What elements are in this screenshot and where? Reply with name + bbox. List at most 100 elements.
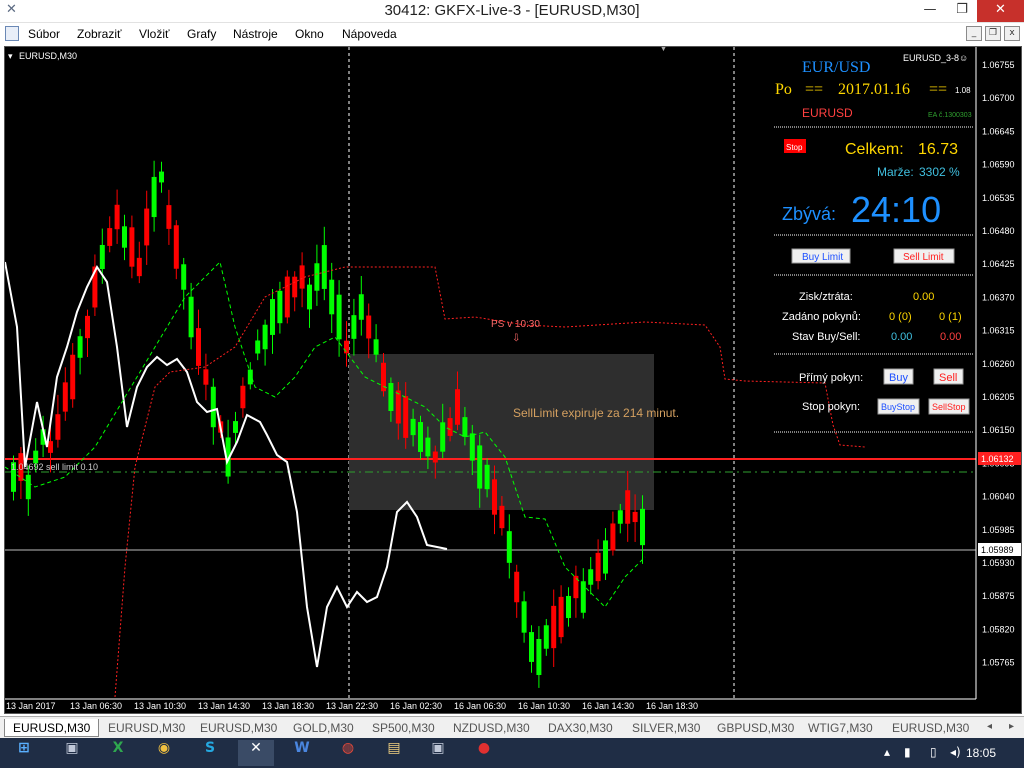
- candle-body: [151, 176, 157, 218]
- scroll-marker-icon: ▼: [660, 47, 667, 53]
- candle-body: [129, 227, 135, 267]
- tab-chart-2[interactable]: EURUSD,M30: [108, 719, 185, 737]
- candle-body: [529, 632, 534, 662]
- candle-body: [25, 474, 31, 500]
- taskbar-app-icon-10[interactable]: ●: [466, 740, 502, 766]
- price-tick-label: 1.06590: [982, 160, 1015, 170]
- candle-body: [159, 171, 164, 183]
- stop-button[interactable]: Stop: [786, 143, 803, 152]
- candle-body: [233, 421, 238, 433]
- price-tick-label: 1.05930: [982, 558, 1015, 568]
- chart-window[interactable]: 1.06755 1.06700 1.06645 1.06590 1.06535 1.064…: [4, 46, 1022, 714]
- price-tick-label: 1.06755: [982, 60, 1015, 70]
- taskbar-clock[interactable]: 18:05: [966, 746, 996, 760]
- network-icon[interactable]: ▮: [904, 745, 911, 759]
- time-tick-label: 16 Jan 10:30: [518, 701, 570, 711]
- candle-body: [85, 315, 90, 339]
- total-value: 16.73: [918, 141, 958, 158]
- start-windows-icon[interactable]: ⊞: [6, 740, 42, 766]
- tab-chart-8[interactable]: SILVER,M30: [632, 719, 700, 737]
- document-icon[interactable]: [5, 26, 19, 41]
- menu-help[interactable]: Nápoveda: [342, 27, 397, 41]
- sell-limit-button[interactable]: Sell Limit: [903, 252, 944, 263]
- mdi-restore-icon[interactable]: ❐: [985, 26, 1001, 41]
- tab-chart-3[interactable]: EURUSD,M30: [200, 719, 277, 737]
- menu-window[interactable]: Okno: [295, 27, 324, 41]
- candle-body: [344, 340, 349, 354]
- price-tick-label: 1.06315: [982, 326, 1015, 336]
- sell-limit-text: 1.04692 sell limit 0.10: [11, 462, 98, 472]
- candle-body: [610, 523, 616, 551]
- buy-limit-button[interactable]: Buy Limit: [802, 252, 843, 263]
- sell-button[interactable]: Sell: [939, 372, 957, 384]
- battery-icon[interactable]: ▯: [930, 745, 937, 759]
- tab-chart-4[interactable]: GOLD,M30: [293, 719, 354, 737]
- candle-body: [70, 354, 76, 400]
- buy-button[interactable]: Buy: [889, 372, 908, 384]
- candle-body: [107, 228, 113, 246]
- state-sell: 0.00: [940, 331, 961, 343]
- candle-body: [351, 315, 357, 339]
- candle-body: [551, 605, 557, 649]
- price-tick-label: 1.05875: [982, 591, 1015, 601]
- tab-chart-1[interactable]: EURUSD,M30: [4, 719, 100, 737]
- restore-icon[interactable]: ❐: [946, 0, 978, 22]
- tab-scroll-left-icon[interactable]: ◂: [987, 719, 992, 737]
- menu-tools[interactable]: Nástroje: [233, 27, 278, 41]
- candle-body: [440, 422, 446, 452]
- candle-body: [196, 328, 201, 366]
- candle-body: [477, 445, 483, 489]
- candle-body: [373, 339, 379, 355]
- total-label: Celkem:: [845, 141, 904, 158]
- minimize-icon[interactable]: —: [914, 0, 946, 22]
- skype-icon[interactable]: S: [192, 740, 228, 766]
- tray-chevron-icon[interactable]: ▴: [884, 745, 890, 759]
- tab-chart-7[interactable]: DAX30,M30: [548, 719, 613, 737]
- candle-body: [484, 464, 490, 490]
- candle-body: [122, 226, 127, 248]
- menu-view[interactable]: Zobraziť: [77, 27, 122, 41]
- candle-body: [240, 385, 246, 409]
- taskbar-app-icon-1[interactable]: ▣: [54, 740, 90, 766]
- candle-body: [270, 299, 275, 335]
- chrome-icon[interactable]: ◍: [330, 740, 366, 766]
- mdi-close-icon[interactable]: x: [1004, 26, 1020, 41]
- price-tick-label: 1.05765: [982, 658, 1015, 668]
- word-icon[interactable]: W: [284, 740, 320, 766]
- time-tick-label: 13 Jan 10:30: [134, 701, 186, 711]
- candle-body: [307, 284, 312, 310]
- taskbar-app-icon-9[interactable]: ▣: [420, 740, 456, 766]
- menu-file[interactable]: Súbor: [28, 27, 60, 41]
- time-tick-label: 13 Jan 06:30: [70, 701, 122, 711]
- time-tick-label: 16 Jan 14:30: [582, 701, 634, 711]
- candle-body: [632, 511, 638, 523]
- menu-insert[interactable]: Vložiť: [139, 27, 170, 41]
- tab-chart-10[interactable]: WTIG7,M30: [808, 719, 873, 737]
- tab-chart-9[interactable]: GBPUSD,M30: [717, 719, 794, 737]
- metatrader-icon[interactable]: ✕: [238, 740, 274, 766]
- mdi-minimize-icon[interactable]: _: [966, 26, 982, 41]
- panel-ea-number: EA č.1300303: [928, 112, 972, 119]
- tab-chart-6[interactable]: NZDUSD,M30: [453, 719, 530, 737]
- candle-body: [403, 396, 409, 438]
- price-tick-label: 1.06260: [982, 359, 1015, 369]
- taskbar-app-icon-3[interactable]: ◉: [146, 740, 182, 766]
- candle-body: [48, 441, 53, 453]
- candle-body: [425, 437, 431, 457]
- chart-tabs: EURUSD,M30 EURUSD,M30 EURUSD,M30 GOLD,M3…: [0, 716, 1024, 738]
- time-tick-label: 13 Jan 22:30: [326, 701, 378, 711]
- tab-scroll-right-icon[interactable]: ▸: [1009, 719, 1014, 737]
- price-tick-label: 1.06535: [982, 193, 1015, 203]
- buystop-button[interactable]: BuyStop: [881, 402, 915, 412]
- tab-chart-11[interactable]: EURUSD,M30: [892, 719, 969, 737]
- menu-charts[interactable]: Grafy: [187, 27, 216, 41]
- close-icon[interactable]: ✕: [977, 0, 1024, 22]
- file-explorer-icon[interactable]: ▤: [376, 740, 412, 766]
- volume-icon[interactable]: ◂): [950, 745, 961, 759]
- tab-chart-5[interactable]: SP500,M30: [372, 719, 435, 737]
- price-tick-label: 1.06150: [982, 425, 1015, 435]
- price-chart[interactable]: 1.06755 1.06700 1.06645 1.06590 1.06535 1.064…: [5, 47, 1022, 714]
- price-tick-label: 1.06425: [982, 259, 1015, 269]
- excel-icon[interactable]: X: [100, 740, 136, 766]
- sellstop-button[interactable]: SellStop: [932, 402, 966, 412]
